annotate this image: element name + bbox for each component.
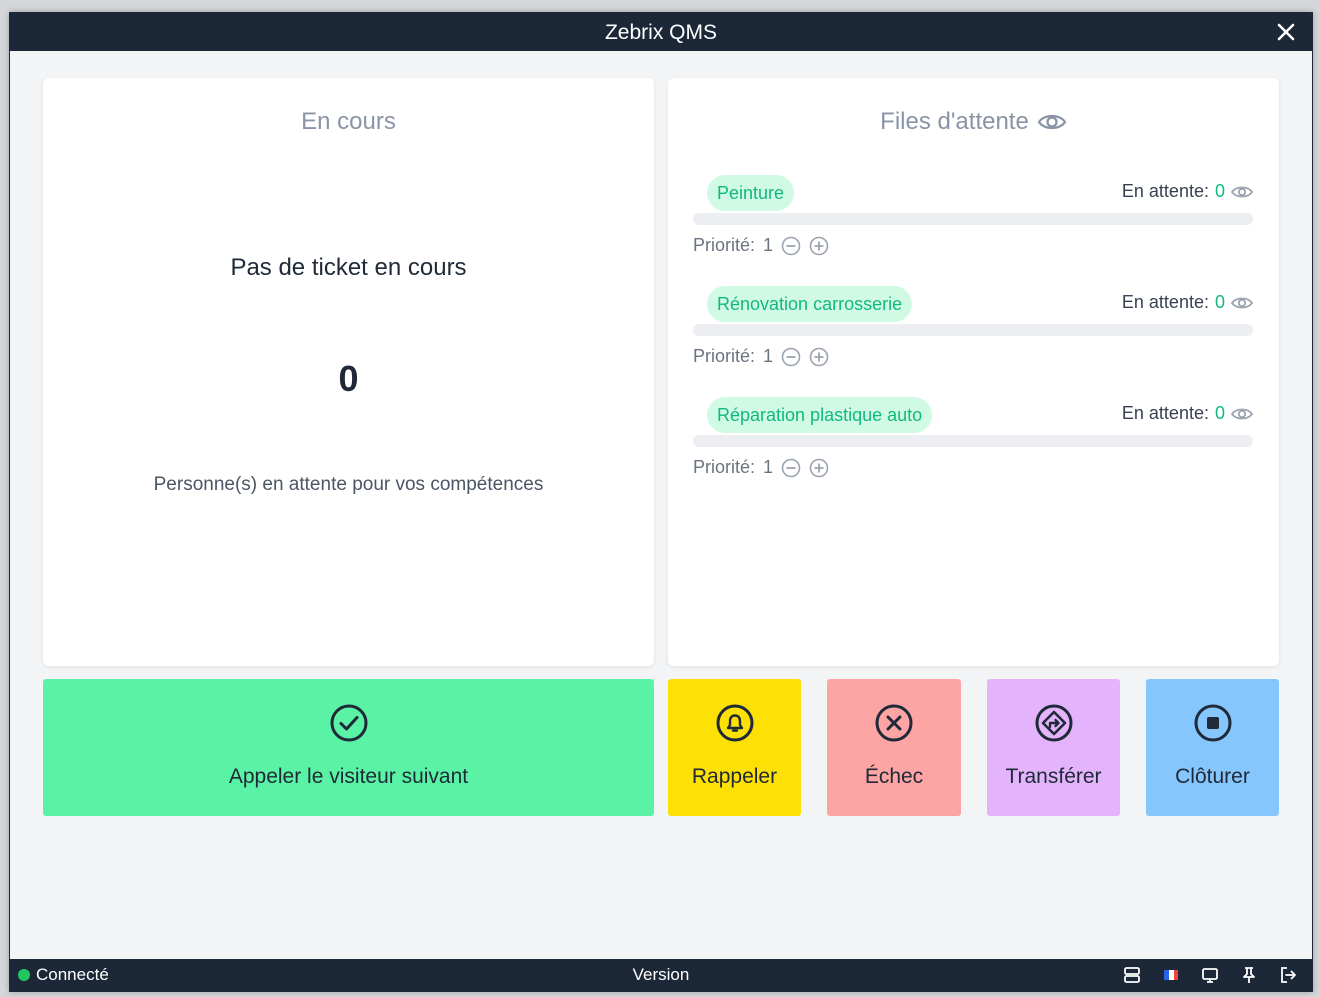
minus-circle-icon[interactable]: [781, 236, 801, 256]
plus-circle-icon[interactable]: [809, 347, 829, 367]
transfer-label: Transférer: [1005, 765, 1102, 788]
queue-tag[interactable]: Réparation plastique auto: [707, 397, 933, 433]
minus-circle-icon[interactable]: [781, 458, 801, 478]
close-icon[interactable]: [1276, 22, 1296, 42]
version-link[interactable]: Version: [10, 965, 1312, 985]
waiting-text: En attente:: [1121, 292, 1209, 312]
eye-icon[interactable]: [1037, 111, 1067, 133]
queue-status: En attente: 0: [1122, 292, 1253, 313]
french-flag-icon[interactable]: [1161, 965, 1181, 985]
priority-label: Priorité:: [693, 346, 756, 366]
priority-row: Priorité: 1: [693, 346, 829, 367]
priority-row: Priorité: 1: [693, 235, 829, 256]
recall-button[interactable]: Rappeler: [668, 679, 801, 816]
no-ticket-text: Pas de ticket en cours: [230, 254, 467, 281]
plus-circle-icon[interactable]: [809, 236, 829, 256]
queues-heading: Files d'attente: [668, 108, 1279, 136]
waiting-label: Personne(s) en attente pour vos compéten…: [153, 474, 544, 495]
waiting-number: 0: [1214, 181, 1225, 201]
recall-label: Rappeler: [691, 765, 778, 788]
queue-progress-bar: [693, 324, 1253, 336]
waiting-number: 0: [1214, 292, 1225, 312]
waiting-number: 0: [1214, 403, 1225, 423]
transfer-icon: [1035, 704, 1072, 742]
transfer-button[interactable]: Transférer: [987, 679, 1120, 816]
eye-icon[interactable]: [1231, 295, 1253, 311]
stop-circle-icon: [1194, 704, 1231, 742]
plus-circle-icon[interactable]: [809, 458, 829, 478]
server-icon[interactable]: [1122, 965, 1142, 985]
bell-icon: [716, 704, 753, 742]
queue-status: En attente: 0: [1122, 181, 1253, 202]
app-window: Zebrix QMS En cours Pas de ticket en cou…: [9, 12, 1313, 992]
queues-heading-label: Files d'attente: [880, 108, 1029, 135]
fail-label: Échec: [864, 765, 924, 788]
waiting-text: En attente:: [1121, 181, 1209, 201]
priority-label: Priorité:: [693, 457, 756, 477]
call-next-label: Appeler le visiteur suivant: [228, 765, 469, 788]
waiting-count: 0: [338, 358, 359, 399]
queue-progress-bar: [693, 213, 1253, 225]
queue-progress-bar: [693, 435, 1253, 447]
status-bar: Connecté Version: [10, 959, 1312, 991]
fail-button[interactable]: Échec: [827, 679, 961, 816]
minus-circle-icon[interactable]: [781, 347, 801, 367]
queue-item: Peinture En attente: 0 Priorité: 1: [693, 175, 1253, 255]
queue-tag[interactable]: Rénovation carrosserie: [707, 286, 913, 322]
queues-panel: Files d'attente Peinture En attente: 0 P…: [668, 78, 1279, 666]
close-ticket-button[interactable]: Clôturer: [1146, 679, 1279, 816]
waiting-text: En attente:: [1121, 403, 1209, 423]
call-next-button[interactable]: Appeler le visiteur suivant: [43, 679, 654, 816]
priority-row: Priorité: 1: [693, 457, 829, 478]
queue-status: En attente: 0: [1122, 403, 1253, 424]
check-circle-icon: [330, 704, 367, 742]
priority-label: Priorité:: [693, 235, 756, 255]
priority-value: 1: [763, 457, 774, 477]
current-ticket-panel: En cours Pas de ticket en cours 0 Person…: [43, 78, 654, 666]
current-heading: En cours: [301, 108, 396, 135]
x-circle-icon: [875, 704, 913, 742]
queue-tag[interactable]: Peinture: [707, 175, 795, 211]
window-title: Zebrix QMS: [604, 21, 717, 44]
title-bar: Zebrix QMS: [10, 13, 1312, 51]
eye-icon[interactable]: [1231, 184, 1253, 200]
display-icon[interactable]: [1200, 965, 1220, 985]
queue-item: Réparation plastique auto En attente: 0 …: [693, 397, 1253, 477]
priority-value: 1: [763, 235, 774, 255]
pin-icon[interactable]: [1239, 965, 1259, 985]
status-icons: [1122, 965, 1298, 985]
queue-item: Rénovation carrosserie En attente: 0 Pri…: [693, 286, 1253, 366]
logout-icon[interactable]: [1278, 965, 1298, 985]
eye-icon[interactable]: [1231, 406, 1253, 422]
close-ticket-label: Clôturer: [1175, 765, 1250, 788]
priority-value: 1: [763, 346, 774, 366]
